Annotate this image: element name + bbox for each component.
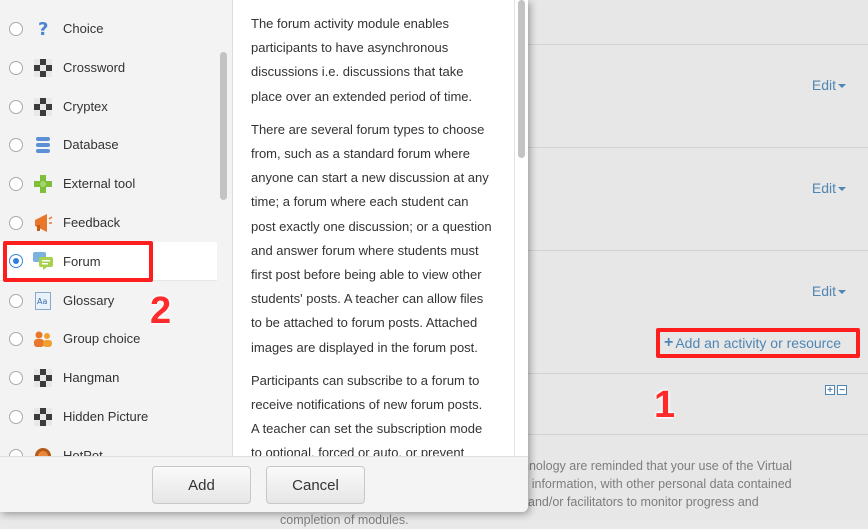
dialog-button-bar: Add Cancel <box>0 456 528 512</box>
hangman-icon <box>33 368 53 388</box>
description-scrollbar[interactable] <box>518 0 525 158</box>
description-line: place over an extended period of time. <box>251 88 473 104</box>
edit-label: Edit <box>811 283 836 299</box>
activity-item-hotpot[interactable]: HotPot <box>0 436 217 456</box>
add-button[interactable]: Add <box>152 466 251 504</box>
radio-button[interactable] <box>9 293 23 308</box>
description-line: anyone can start a new discussion at any <box>251 170 489 186</box>
activity-label: Glossary <box>63 293 115 308</box>
choice-icon: ? <box>33 19 53 39</box>
description-line: participants to have asynchronous <box>251 40 449 56</box>
section-divider <box>520 250 868 251</box>
activity-item-database[interactable]: Database <box>0 125 217 164</box>
activity-item-choice[interactable]: ? Choice <box>0 9 217 48</box>
radio-button[interactable] <box>9 448 23 456</box>
description-line: There are several forum types to choose <box>251 121 485 137</box>
caret-down-icon <box>838 290 846 295</box>
activity-chooser-dialog: ? Choice Crossword Cryptex Database Exte… <box>0 0 528 512</box>
activity-label: Feedback <box>63 215 121 230</box>
hotpot-icon <box>33 446 53 456</box>
activity-item-glossary[interactable]: Aa Glossary <box>0 281 217 320</box>
feedback-icon <box>33 213 53 233</box>
activity-label: Hidden Picture <box>63 409 149 424</box>
svg-text:?: ? <box>38 19 48 39</box>
description-line: to be attached to forum posts. Attached <box>251 315 478 331</box>
activity-item-hidden-picture[interactable]: Hidden Picture <box>0 397 217 436</box>
svg-text:Aa: Aa <box>37 297 47 306</box>
radio-button[interactable] <box>9 99 23 114</box>
expand-icon[interactable]: + <box>825 385 835 396</box>
section-divider <box>520 147 868 148</box>
radio-button[interactable] <box>9 21 23 36</box>
radio-button[interactable] <box>9 137 23 152</box>
edit-menu-1[interactable]: Edit <box>812 77 846 93</box>
group-choice-icon <box>33 329 53 349</box>
activity-item-hangman[interactable]: Hangman <box>0 358 217 397</box>
caret-down-icon <box>838 84 846 89</box>
description-line: first post before being able to view oth… <box>251 267 482 283</box>
description-line: Participants can subscribe to a forum to <box>251 372 480 388</box>
edit-menu-2[interactable]: Edit <box>812 180 846 196</box>
edit-label: Edit <box>811 77 836 93</box>
description-line: discussions i.e. discussions that take <box>251 64 464 80</box>
activity-label: Cryptex <box>63 99 108 114</box>
description-line: time; a forum where each student can <box>251 194 469 210</box>
add-activity-label: Add an activity or resource <box>675 335 842 351</box>
annotation-highlight-forum <box>3 241 153 282</box>
activity-label: Hangman <box>63 370 120 385</box>
description-line: images are displayed in the forum post. <box>251 339 478 355</box>
cryptex-icon <box>33 97 53 117</box>
activity-item-external-tool[interactable]: External tool <box>0 164 217 203</box>
description-text: The forum activity module enables partic… <box>251 3 501 456</box>
radio-button[interactable] <box>9 176 23 191</box>
description-line: post exactly one discussion; or a questi… <box>251 218 492 234</box>
radio-button[interactable] <box>9 215 23 230</box>
radio-button[interactable] <box>9 409 23 424</box>
activity-description: The forum activity module enables partic… <box>232 0 514 456</box>
edit-label: Edit <box>811 180 836 196</box>
description-line: receive notifications of new forum posts… <box>251 397 483 413</box>
cancel-button[interactable]: Cancel <box>266 466 365 504</box>
description-line: from, such as a standard forum where <box>251 146 470 162</box>
description-line: students' posts. A teacher can allow fil… <box>251 291 484 307</box>
activity-label: External tool <box>63 176 136 191</box>
radio-button[interactable] <box>9 331 23 346</box>
radio-button[interactable] <box>9 370 23 385</box>
section-divider <box>520 44 868 45</box>
external-tool-icon <box>33 174 53 194</box>
description-line: to optional, forced or auto, or prevent <box>251 445 465 456</box>
annotation-number-2: 2 <box>150 290 172 332</box>
caret-down-icon <box>838 187 846 192</box>
edit-menu-3[interactable]: Edit <box>812 283 846 299</box>
description-line: A teacher can set the subscription mode <box>251 421 483 437</box>
description-border <box>514 0 515 456</box>
activity-item-crossword[interactable]: Crossword <box>0 48 217 87</box>
description-line: The forum activity module enables <box>251 16 449 31</box>
hidden-picture-icon <box>33 407 53 427</box>
crossword-icon <box>33 58 53 78</box>
activity-item-feedback[interactable]: Feedback <box>0 203 217 242</box>
collapse-icon[interactable]: − <box>837 385 847 396</box>
section-divider <box>520 434 868 435</box>
activity-label: Group choice <box>63 331 141 346</box>
plus-icon: + <box>664 334 674 351</box>
activity-list: ? Choice Crossword Cryptex Database Exte… <box>0 0 233 456</box>
radio-button[interactable] <box>9 60 23 75</box>
activity-item-cryptex[interactable]: Cryptex <box>0 87 217 126</box>
activity-label: Database <box>63 137 119 152</box>
list-scrollbar[interactable] <box>220 52 227 200</box>
section-toggle-icons: + − <box>825 385 847 396</box>
section-divider <box>520 373 868 374</box>
annotation-number-1: 1 <box>654 384 676 426</box>
description-line: and answer forum where students must <box>251 242 479 258</box>
footer-line: completion of modules. <box>280 513 409 527</box>
add-activity-link[interactable]: + Add an activity or resource <box>656 328 860 358</box>
glossary-icon: Aa <box>33 291 53 311</box>
database-icon <box>33 135 53 155</box>
activity-label: Crossword <box>63 60 126 75</box>
activity-item-group-choice[interactable]: Group choice <box>0 319 217 358</box>
activity-label: HotPot <box>63 448 103 456</box>
activity-label: Choice <box>63 21 104 36</box>
